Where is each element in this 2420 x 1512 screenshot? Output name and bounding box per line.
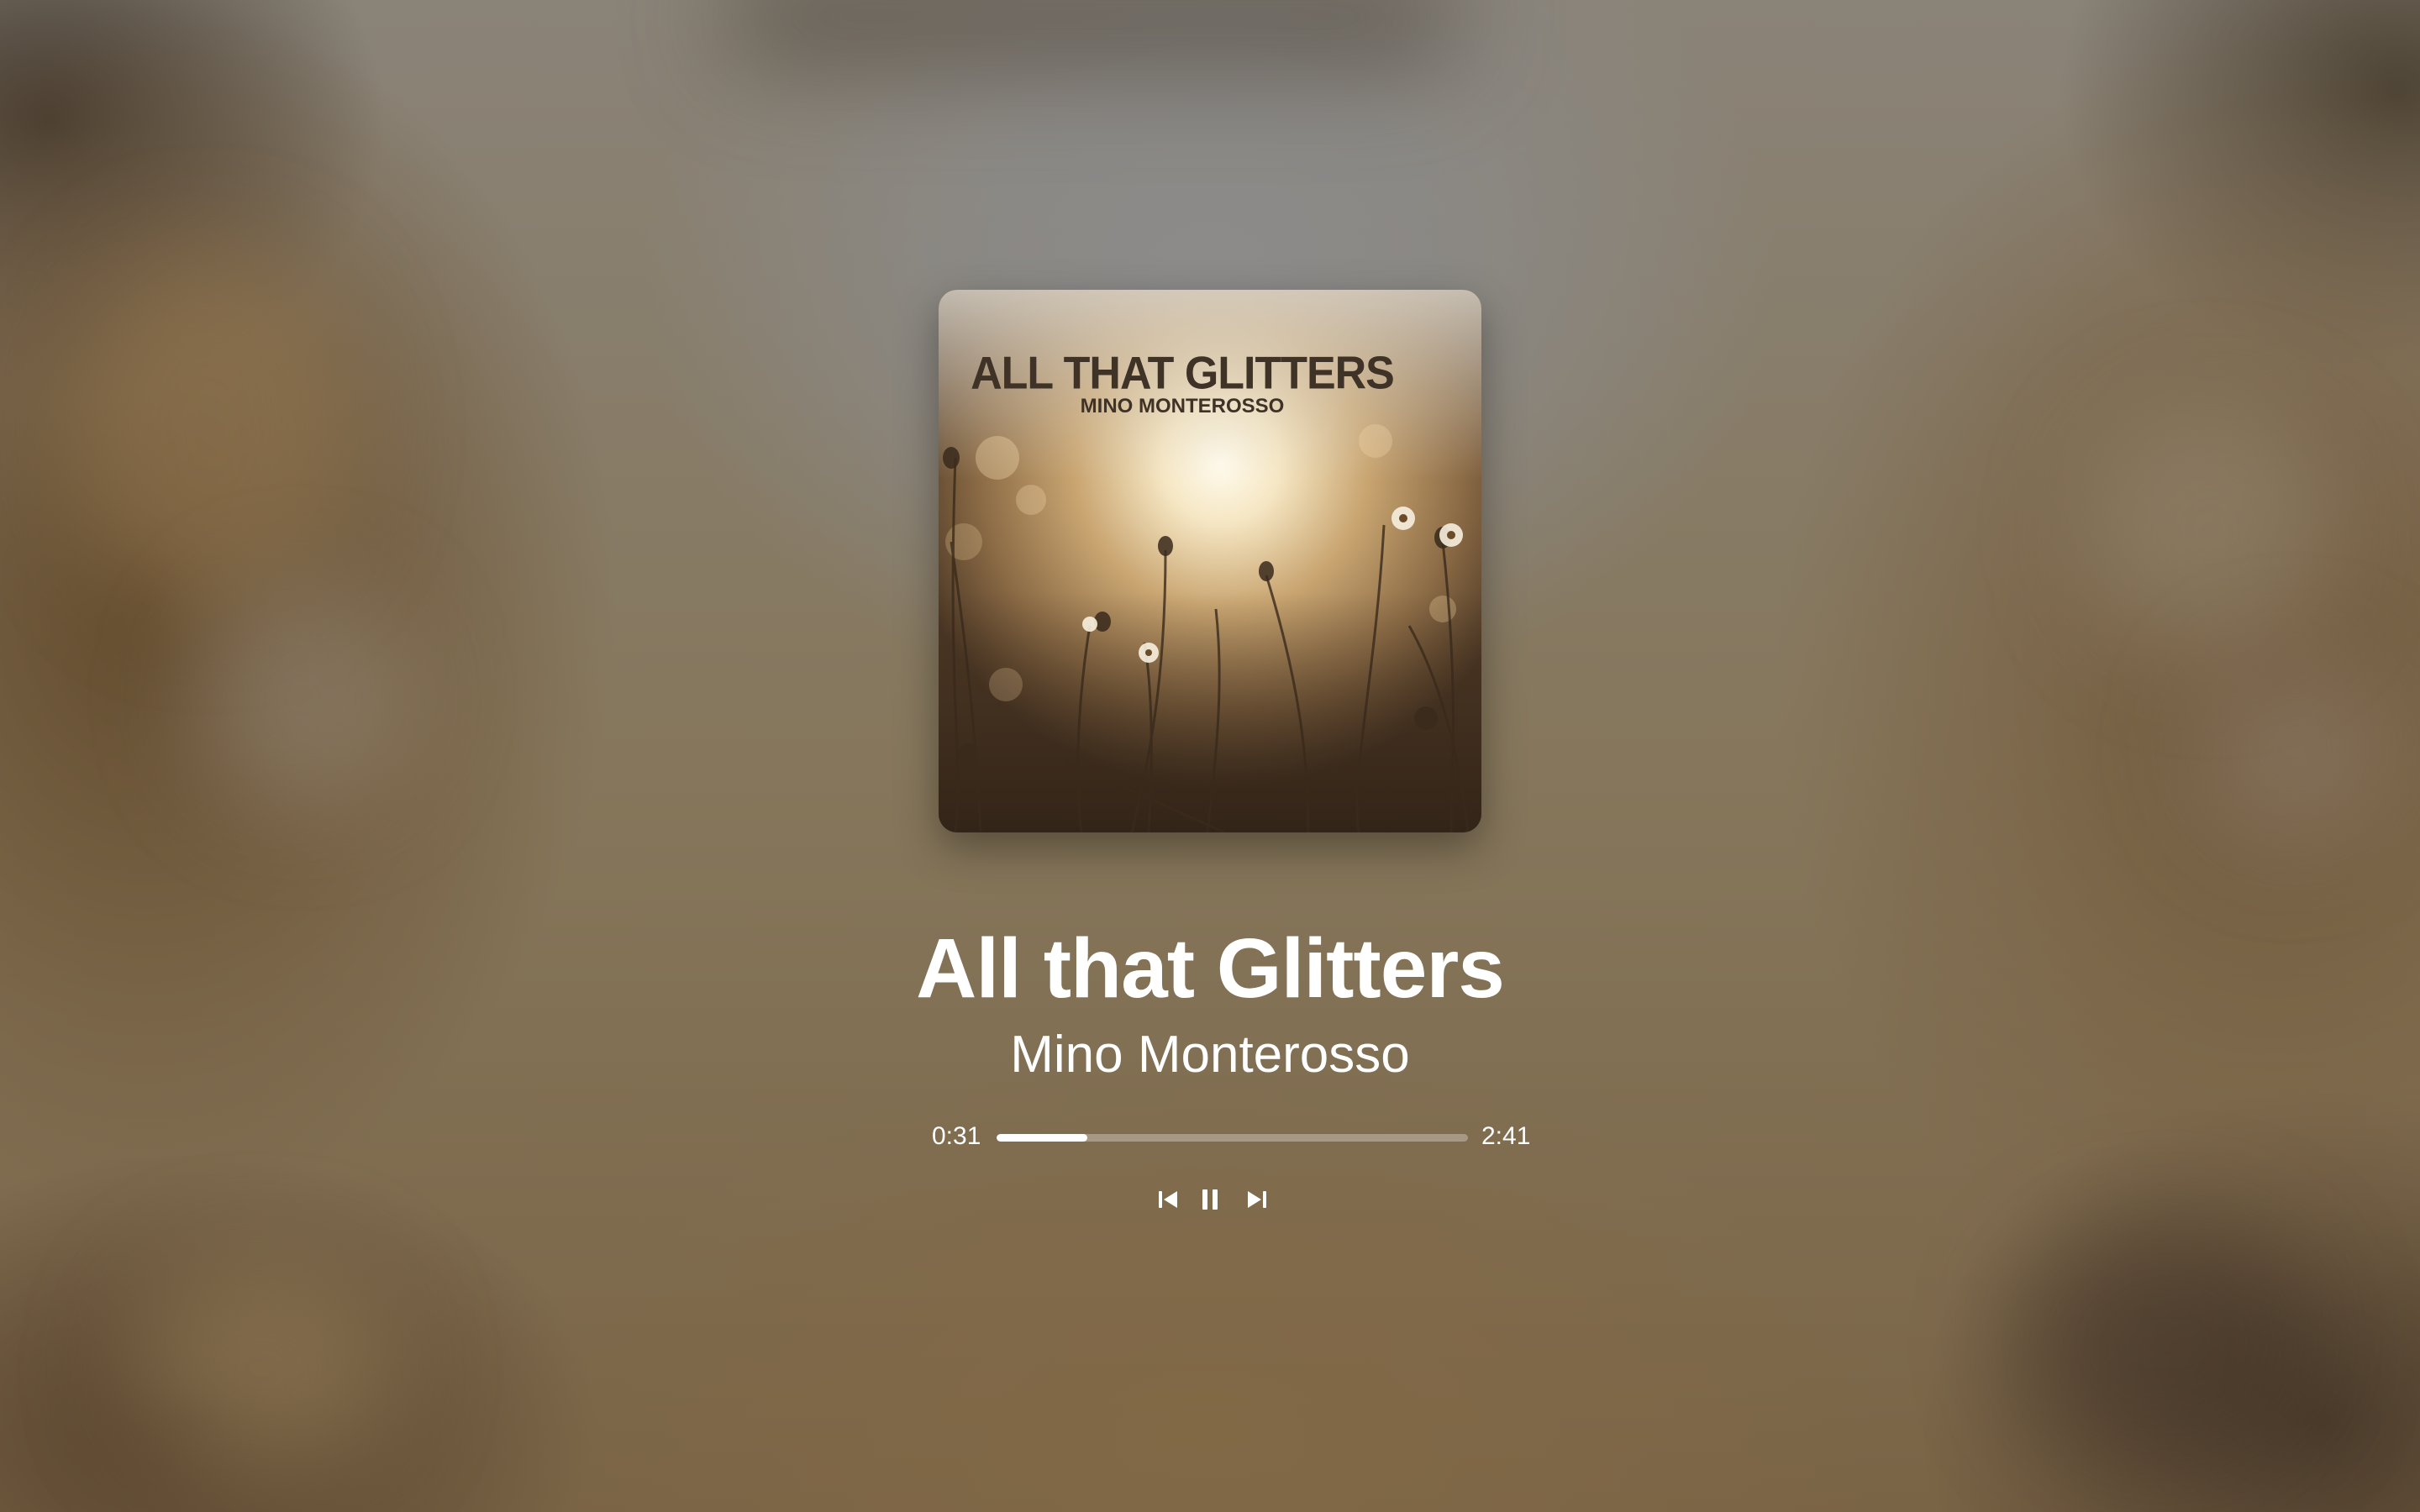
track-artist: Mino Monterosso [1010, 1026, 1410, 1084]
progress-bar[interactable] [997, 1134, 1468, 1142]
skip-next-icon [1248, 1191, 1266, 1208]
progress-row: 0:31 2:41 [924, 1120, 1531, 1153]
next-button[interactable] [1238, 1180, 1276, 1219]
album-cover: ALL THAT GLITTERS MINO MONTEROSSO [939, 290, 1481, 832]
previous-button[interactable] [1149, 1180, 1187, 1219]
total-duration: 2:41 [1481, 1122, 1531, 1150]
svg-text:ALL THAT GLITTERS: ALL THAT GLITTERS [971, 348, 1394, 398]
progress-bar-fill [997, 1134, 1088, 1142]
pause-icon [1202, 1189, 1218, 1210]
svg-text:MINO MONTEROSSO: MINO MONTEROSSO [1081, 395, 1285, 417]
skip-previous-icon [1159, 1191, 1177, 1208]
pause-button[interactable] [1191, 1180, 1229, 1219]
playback-controls [1143, 1180, 1277, 1219]
now-playing-view: ALL THAT GLITTERS MINO MONTEROSSO All th… [0, 0, 2420, 1512]
track-title: All that Glitters [916, 921, 1505, 1016]
elapsed-time: 0:31 [932, 1122, 981, 1150]
